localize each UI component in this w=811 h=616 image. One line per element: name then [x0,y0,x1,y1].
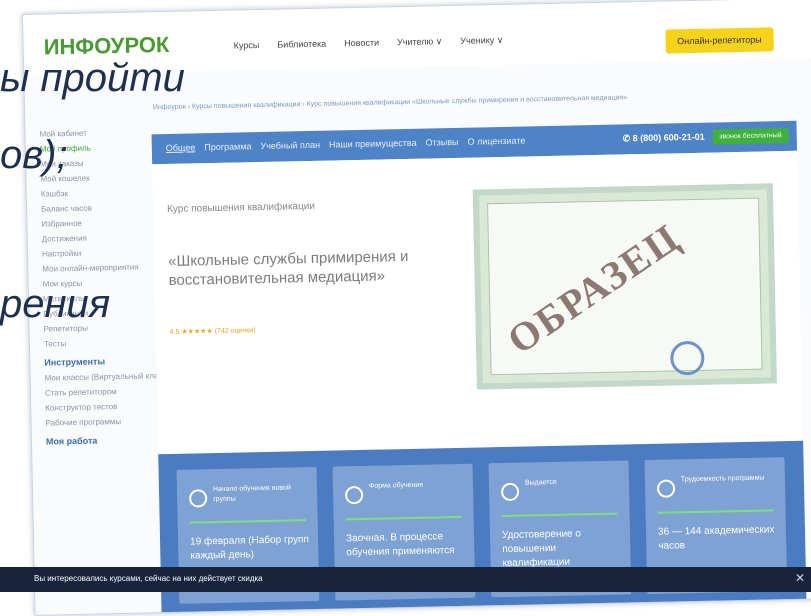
info-card-text: 36 — 144 академических часов [657,524,775,552]
info-card-text: 19 февраля (Набор групп каждый день) [189,534,310,562]
online-tutors-button[interactable]: Онлайн-репетиторы [664,27,774,54]
sidebar-work-heading: Моя работа [45,435,98,447]
overlay-text-line: ы пройти [0,56,185,100]
discount-notice-text[interactable]: Вы интересовались курсами, сейчас на них… [34,574,263,583]
tab-licensee[interactable]: О лицензиате [467,135,525,146]
discount-notice-bar: Вы интересовались курсами, сейчас на них… [0,567,811,592]
nav-library[interactable]: Библиотека [277,39,326,51]
info-card-text: Заочная. В процессе обучения применяются [345,531,455,559]
course-rating[interactable]: 4.5 ★★★★★ (742 оценки) [170,326,256,336]
close-icon[interactable]: ✕ [795,571,805,585]
course-title: «Школьные службы примирения и восстанови… [168,247,409,289]
info-card-divider [501,512,618,518]
info-card-title: Трудоемкость программы [680,474,765,484]
nav-news[interactable]: Новости [344,38,379,50]
nav-student[interactable]: Ученику ∨ [460,35,503,47]
overlay-text-line: рения [0,282,111,326]
tab-program[interactable]: Программа [204,141,251,152]
main-nav: Курсы Библиотека Новости Учителю ∨ Учени… [234,35,504,52]
form-icon [344,485,364,505]
tab-advantages[interactable]: Наши преимущества [329,138,417,150]
tab-general[interactable]: Общее [166,142,196,153]
overlay-text-line: ов); [0,133,68,177]
course-tabs: Общее Программа Учебный план Наши преиму… [166,135,526,153]
clock-icon [656,479,676,498]
info-card-divider [189,519,306,524]
free-call-badge: звонок бесплатный [712,127,789,145]
course-hero: Курс повышения квалификации «Школьные сл… [152,150,804,455]
nav-courses[interactable]: Курсы [234,40,260,52]
info-card-title: Форма обучения [368,481,424,490]
info-card-divider [657,509,774,514]
info-card-text: Удостоверение о повышении квалификации [501,528,582,570]
document-icon [500,482,520,502]
info-card-title: Начало обучения новой группы [212,484,291,504]
tab-reviews[interactable]: Отзывы [425,137,458,148]
sidebar-tools-heading: Инструменты [44,356,106,368]
info-card-title: Выдается [524,478,557,487]
info-card-divider [345,515,462,521]
sidebar: Мой кабинет Мой профиль Мои заказы Мой к… [25,124,217,614]
course-kind: Курс повышения квалификации [167,200,316,216]
phone-number[interactable]: ✆ 8 (800) 600-21-01 [623,132,705,145]
tab-curriculum[interactable]: Учебный план [260,140,320,151]
nav-teacher[interactable]: Учителю ∨ [397,36,442,48]
breadcrumb[interactable]: Инфоурок › Курсы повышения квалификации … [153,94,627,111]
rocket-icon [188,489,208,508]
